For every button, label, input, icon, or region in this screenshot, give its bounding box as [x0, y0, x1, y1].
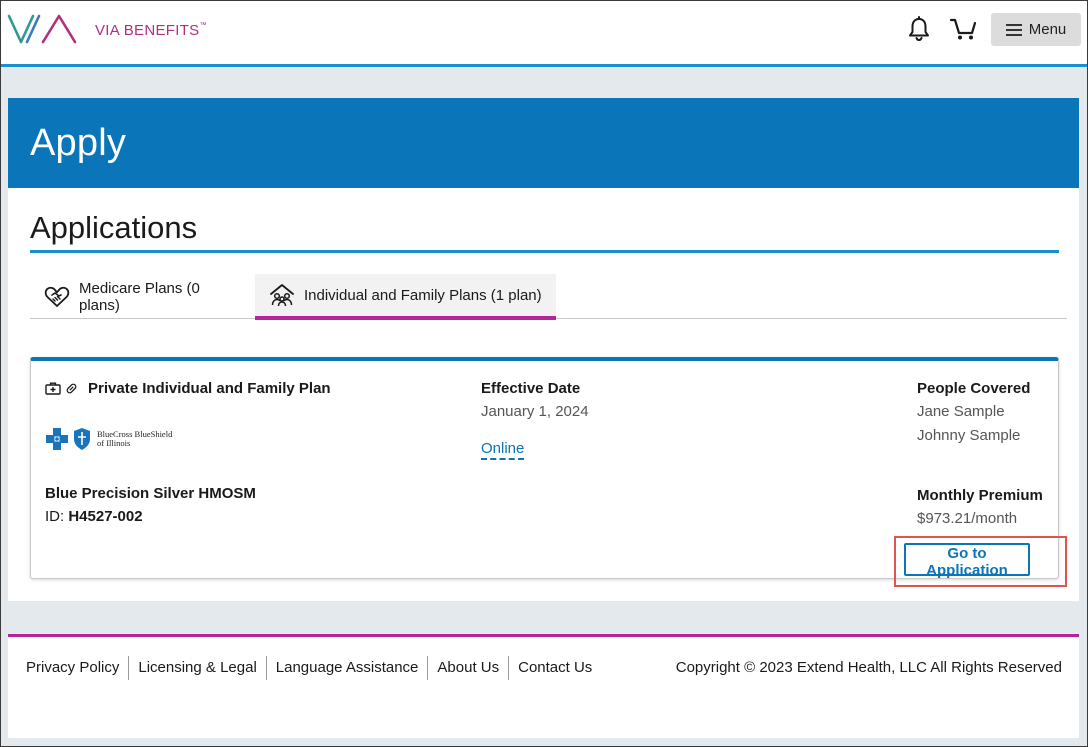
plan-id-value: H4527-002: [68, 508, 143, 525]
plan-type-header: Private Individual and Family Plan: [45, 380, 331, 397]
menu-label: Menu: [1028, 21, 1067, 38]
carrier-logo: BlueCross BlueShield of Illinois: [45, 427, 172, 451]
covered-person: Jane Sample: [917, 403, 1005, 420]
copyright-text: Copyright © 2023 Extend Health, LLC All …: [675, 659, 1062, 676]
site-header: VIA BENEFITS™ Menu: [1, 1, 1087, 67]
plan-id: ID: H4527-002: [45, 508, 143, 525]
logo-text: VIA BENEFITS™: [95, 22, 207, 39]
medical-bag-icon: [45, 382, 61, 395]
tab-individual-family-label: Individual and Family Plans (1 plan): [304, 286, 542, 304]
footer-links: Privacy Policy Licensing & Legal Languag…: [26, 656, 601, 680]
footer-link-contact-us[interactable]: Contact Us: [509, 656, 601, 680]
online-link[interactable]: Online: [481, 440, 525, 460]
effective-date-value: January 1, 2024: [481, 403, 589, 420]
plan-tabs: Medicare Plans (0 plans) Individual and …: [30, 274, 1067, 320]
footer-link-privacy-policy[interactable]: Privacy Policy: [26, 656, 130, 680]
pill-icon: [66, 383, 77, 394]
carrier-name: BlueCross BlueShield of Illinois: [97, 430, 172, 448]
page-title: Apply: [30, 122, 127, 164]
monthly-premium-value: $973.21/month: [917, 510, 1018, 527]
highlight-box: [894, 536, 1067, 587]
via-benefits-logo[interactable]: VIA BENEFITS™: [7, 11, 207, 47]
carrier-name-line2: of Illinois: [97, 438, 131, 448]
monthly-premium-label: Monthly Premium: [917, 487, 1043, 504]
people-covered-label: People Covered: [917, 380, 1031, 397]
tab-individual-family-plans[interactable]: Individual and Family Plans (1 plan): [255, 274, 556, 320]
browser-frame: VIA BENEFITS™ Menu Apply Applications Me…: [0, 0, 1088, 747]
covered-person: Johnny Sample: [917, 427, 1021, 444]
cart-icon[interactable]: [949, 17, 977, 41]
trademark: ™: [199, 21, 207, 29]
section-title: Applications: [30, 210, 198, 245]
handshake-heart-icon: [44, 286, 70, 307]
plan-type-title: Private Individual and Family Plan: [88, 380, 331, 397]
bell-icon[interactable]: [907, 16, 931, 42]
page-banner: Apply: [8, 98, 1079, 188]
brand-name: VIA BENEFITS: [95, 21, 200, 39]
plan-name: Blue Precision Silver HMOSM: [45, 485, 256, 502]
tab-medicare-plans[interactable]: Medicare Plans (0 plans): [30, 274, 255, 319]
footer-link-language-assistance[interactable]: Language Assistance: [267, 656, 429, 680]
effective-date-label: Effective Date: [481, 380, 581, 397]
plan-id-label: ID:: [45, 508, 65, 525]
menu-button[interactable]: Menu: [991, 13, 1081, 46]
bluecross-icon: [46, 428, 68, 450]
family-house-icon: [270, 284, 294, 307]
via-logo-mark-icon: [7, 14, 77, 44]
main-content: Apply Applications Medicare Plans (0 pla…: [8, 98, 1079, 601]
blueshield-icon: [74, 428, 90, 450]
section-divider: [30, 250, 1059, 253]
footer-link-licensing-legal[interactable]: Licensing & Legal: [129, 656, 267, 680]
footer-link-about-us[interactable]: About Us: [428, 656, 510, 680]
hamburger-icon: [1005, 24, 1022, 36]
tab-medicare-label: Medicare Plans (0 plans): [79, 279, 200, 314]
site-footer: Privacy Policy Licensing & Legal Languag…: [8, 634, 1079, 738]
